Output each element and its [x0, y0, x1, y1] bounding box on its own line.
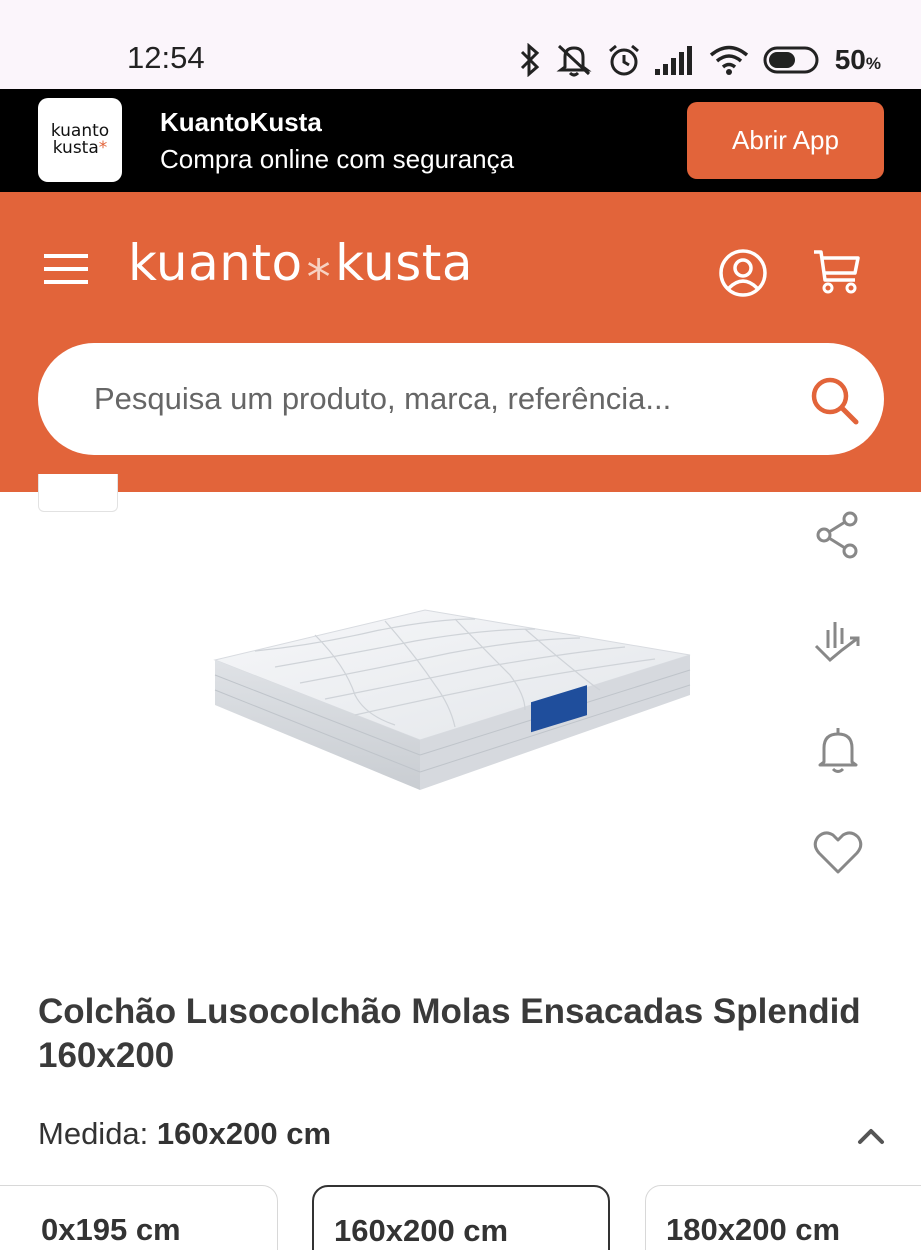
muted-bell-icon [556, 44, 592, 77]
wifi-icon [709, 45, 748, 75]
user-account-icon[interactable] [718, 248, 768, 298]
brand-star-icon: * [306, 250, 332, 306]
search-bar [38, 343, 884, 455]
cart-icon[interactable] [812, 246, 862, 296]
size-option[interactable]: 180x200 cm [645, 1185, 921, 1250]
measure-label: Medida: [38, 1116, 149, 1151]
brand-logo[interactable]: kuanto * kusta [128, 234, 473, 302]
app-install-banner: kuanto kusta* KuantoKusta Compra online … [0, 89, 921, 192]
signal-icon [654, 46, 692, 75]
size-option-selected[interactable]: 160x200 cm [312, 1185, 610, 1250]
app-logo: kuanto kusta* [38, 98, 122, 182]
banner-title: KuantoKusta [160, 107, 322, 137]
gallery-thumbnail[interactable] [38, 474, 118, 512]
favorite-icon[interactable] [812, 826, 864, 878]
status-time: 12:54 [127, 40, 205, 75]
app-logo-line2-wrap: kusta* [52, 138, 108, 158]
status-icons: 50% [519, 40, 881, 80]
search-input[interactable] [94, 343, 784, 455]
battery-percent: 50% [834, 44, 881, 75]
chevron-up-icon[interactable] [856, 1124, 886, 1148]
product-title: Colchão Lusocolchão Molas Ensacadas Sple… [38, 992, 861, 1075]
measure-selector-label: Medida: 160x200 cm [38, 1116, 331, 1152]
measure-value: 160x200 cm [156, 1116, 332, 1151]
bluetooth-icon [520, 43, 539, 77]
banner-subtitle: Compra online com segurança [160, 144, 515, 174]
status-bar: 12:54 50% [0, 0, 921, 89]
alarm-icon [608, 44, 639, 76]
price-history-icon[interactable] [812, 618, 864, 670]
battery-icon [763, 46, 819, 74]
product-image[interactable] [195, 575, 705, 805]
price-alert-icon[interactable] [812, 724, 864, 776]
site-header: kuanto * kusta [0, 192, 921, 492]
open-app-button[interactable]: Abrir App [687, 102, 884, 179]
hamburger-menu-icon[interactable] [44, 252, 88, 286]
size-option[interactable]: 0x195 cm [0, 1185, 278, 1250]
share-icon[interactable] [812, 509, 864, 561]
search-icon[interactable] [808, 374, 860, 426]
